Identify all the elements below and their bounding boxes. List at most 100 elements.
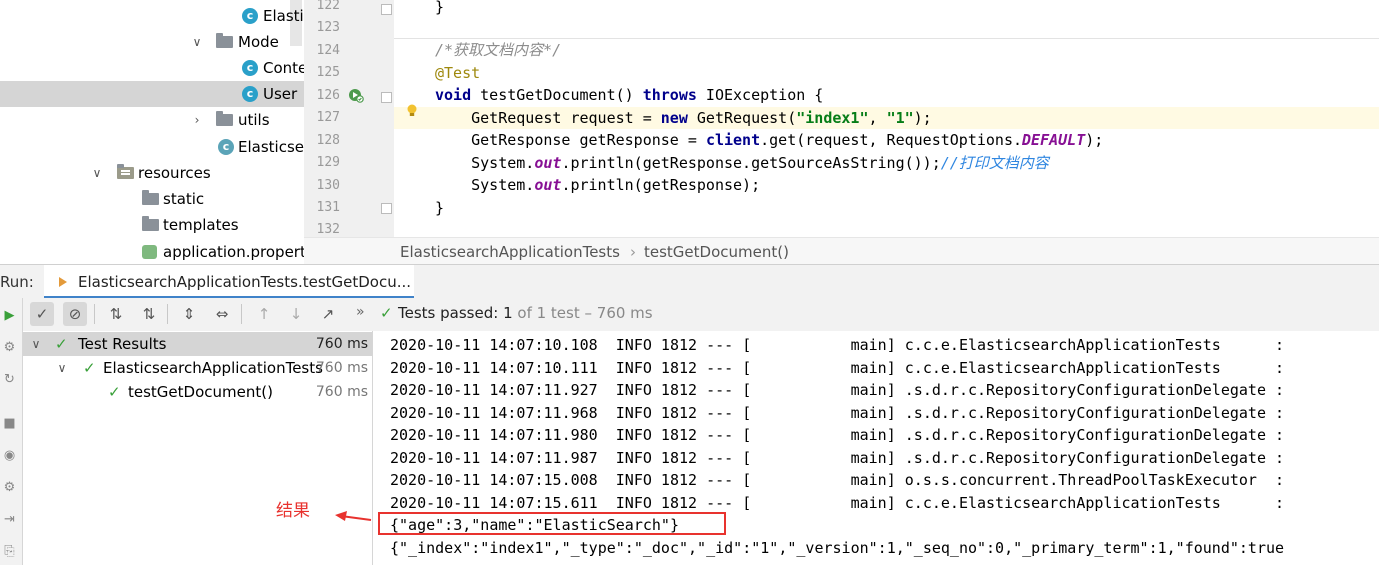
import-icon[interactable]: ⇥: [1, 511, 18, 528]
tree-item-mode[interactable]: ∨ Mode: [0, 29, 304, 55]
line-number: 130: [316, 178, 340, 193]
result-annotation-label: 结果: [276, 501, 310, 521]
log-line: 2020-10-11 14:07:15.611 INFO 1812 --- [ …: [390, 494, 1285, 512]
class-icon: c: [242, 60, 258, 76]
line-number: 124: [316, 43, 340, 58]
line-number: 129: [316, 155, 340, 170]
spring-class-icon: c: [218, 139, 234, 155]
run-tab[interactable]: ElasticsearchApplicationTests.testGetDoc…: [44, 265, 414, 299]
test-results-tree: ∨ ✓ Test Results 760 ms ∨ ✓ Elasticsearc…: [23, 331, 373, 565]
breadcrumb-separator: ›: [630, 243, 636, 261]
fold-marker-icon[interactable]: [381, 92, 392, 103]
line-number: 127: [316, 110, 340, 125]
line-number: 122: [316, 0, 340, 13]
code-line-128: GetResponse getResponse = client.get(req…: [435, 131, 1104, 149]
code-line-124: /*获取文档内容*/: [435, 41, 562, 59]
show-passed-button[interactable]: ✓: [30, 302, 54, 326]
test-results-method[interactable]: ✓ testGetDocument() 760 ms: [23, 380, 372, 404]
result-highlight-box: [378, 512, 726, 535]
chevron-down-icon[interactable]: ∨: [55, 356, 69, 382]
more-icon[interactable]: »: [356, 304, 365, 320]
tree-item-conte[interactable]: c Conte: [0, 55, 304, 81]
tree-item-elastic[interactable]: c Elastic: [0, 3, 304, 29]
run-test-icon[interactable]: [348, 87, 364, 103]
folder-icon: [216, 33, 233, 48]
folder-icon: [142, 190, 159, 205]
folder-icon: [142, 216, 159, 231]
run-side-toolbar: ▶ ⚙ ↻ ■ ◉ ⚙ ⇥ ⎘: [0, 298, 23, 565]
log-line: 2020-10-11 14:07:11.980 INFO 1812 --- [ …: [390, 426, 1285, 444]
chevron-down-icon[interactable]: ∨: [29, 332, 43, 358]
line-number: 126: [316, 88, 340, 103]
stop-icon[interactable]: ■: [1, 415, 18, 432]
log-line: 2020-10-11 14:07:11.968 INFO 1812 --- [ …: [390, 404, 1285, 422]
code-line-122: }: [435, 0, 445, 16]
tests-status: Tests passed: 1 of 1 test – 760 ms: [398, 304, 653, 322]
camera-icon[interactable]: ◉: [1, 447, 18, 464]
code-line-130: System.out.println(getResponse);: [435, 176, 761, 194]
passed-check-icon: ✓: [83, 359, 96, 377]
export-icon[interactable]: ↗: [316, 302, 340, 326]
breadcrumb-method[interactable]: testGetDocument(): [644, 243, 789, 261]
annotation-arrow-icon: [335, 511, 372, 521]
toolbar-divider: [94, 304, 95, 324]
run-toolbar: ✓ ⊘ ⇅ ⇅ ⇕ ⇔ ↑ ↓ ↗ » ✓ Tests passed: 1 of…: [0, 298, 1379, 332]
response-line: {"_index":"index1","_type":"_doc","_id":…: [390, 539, 1285, 557]
tree-item-elasticsearch-app[interactable]: c Elasticsear: [0, 134, 304, 160]
project-tree: c Elastic ∨ Mode c Conte c User › utils …: [0, 0, 304, 262]
toolbar-divider: [241, 304, 242, 324]
chevron-right-icon[interactable]: ›: [190, 107, 204, 133]
breadcrumb-class[interactable]: ElasticsearchApplicationTests: [400, 243, 620, 261]
test-results-class[interactable]: ∨ ✓ ElasticsearchApplicationTests 760 ms: [23, 356, 372, 380]
fold-marker-icon[interactable]: [381, 203, 392, 214]
line-number: 123: [316, 20, 340, 35]
log-line: 2020-10-11 14:07:10.108 INFO 1812 --- [ …: [390, 336, 1285, 354]
folder-icon: [216, 111, 233, 126]
code-line-129: System.out.println(getResponse.getSource…: [435, 154, 1049, 172]
tests-passed-check-icon: ✓: [380, 304, 393, 322]
previous-test-icon[interactable]: ↑: [252, 302, 276, 326]
print-icon[interactable]: ⎘: [1, 543, 18, 560]
test-config-icon: [59, 277, 67, 287]
log-line: 2020-10-11 14:07:15.008 INFO 1812 --- [ …: [390, 471, 1285, 489]
resources-folder-icon: [117, 164, 134, 179]
code-editor[interactable]: 122 123 124 125 126 127 128 129 130 131 …: [304, 0, 1379, 237]
class-icon: c: [242, 8, 258, 24]
chevron-down-icon[interactable]: ∨: [90, 160, 104, 186]
settings-icon[interactable]: ⚙: [1, 479, 18, 496]
toolbar-divider: [167, 304, 168, 324]
passed-check-icon: ✓: [108, 383, 121, 401]
line-number: 125: [316, 65, 340, 80]
line-number: 131: [316, 200, 340, 215]
code-line-126: void testGetDocument() throws IOExceptio…: [435, 86, 824, 104]
collapse-all-icon[interactable]: ⇔: [210, 302, 234, 326]
run-label: Run:: [0, 273, 34, 291]
tree-item-application-properties[interactable]: application.propert: [0, 239, 304, 262]
show-ignored-button[interactable]: ⊘: [63, 302, 87, 326]
toggle-autotest-icon[interactable]: ↻: [1, 371, 18, 388]
passed-check-icon: ✓: [55, 335, 68, 353]
properties-file-icon: [142, 245, 157, 259]
test-results-root[interactable]: ∨ ✓ Test Results 760 ms: [23, 332, 372, 356]
rerun-failed-icon[interactable]: ⚙: [1, 339, 18, 356]
tree-item-utils[interactable]: › utils: [0, 107, 304, 133]
breadcrumb: ElasticsearchApplicationTests › testGetD…: [304, 237, 1379, 265]
next-test-icon[interactable]: ↓: [284, 302, 308, 326]
expand-all-icon[interactable]: ⇕: [177, 302, 201, 326]
sort-alpha-icon[interactable]: ⇅: [104, 302, 128, 326]
lightbulb-icon[interactable]: [406, 104, 418, 118]
sort-duration-icon[interactable]: ⇅: [137, 302, 161, 326]
tree-item-user[interactable]: c User: [0, 81, 304, 107]
tree-item-templates[interactable]: templates: [0, 212, 304, 238]
class-icon: c: [242, 86, 258, 102]
run-tool-header: Run: ElasticsearchApplicationTests.testG…: [0, 264, 1379, 300]
fold-marker-icon[interactable]: [381, 4, 392, 15]
line-number: 128: [316, 133, 340, 148]
tree-item-resources[interactable]: ∨ resources: [0, 160, 304, 186]
log-line: 2020-10-11 14:07:11.927 INFO 1812 --- [ …: [390, 381, 1285, 399]
rerun-icon[interactable]: ▶: [1, 307, 18, 324]
chevron-down-icon[interactable]: ∨: [190, 29, 204, 55]
log-line: 2020-10-11 14:07:11.987 INFO 1812 --- [ …: [390, 449, 1285, 467]
code-line-127: GetRequest request = new GetRequest("ind…: [435, 109, 932, 127]
tree-item-static[interactable]: static: [0, 186, 304, 212]
